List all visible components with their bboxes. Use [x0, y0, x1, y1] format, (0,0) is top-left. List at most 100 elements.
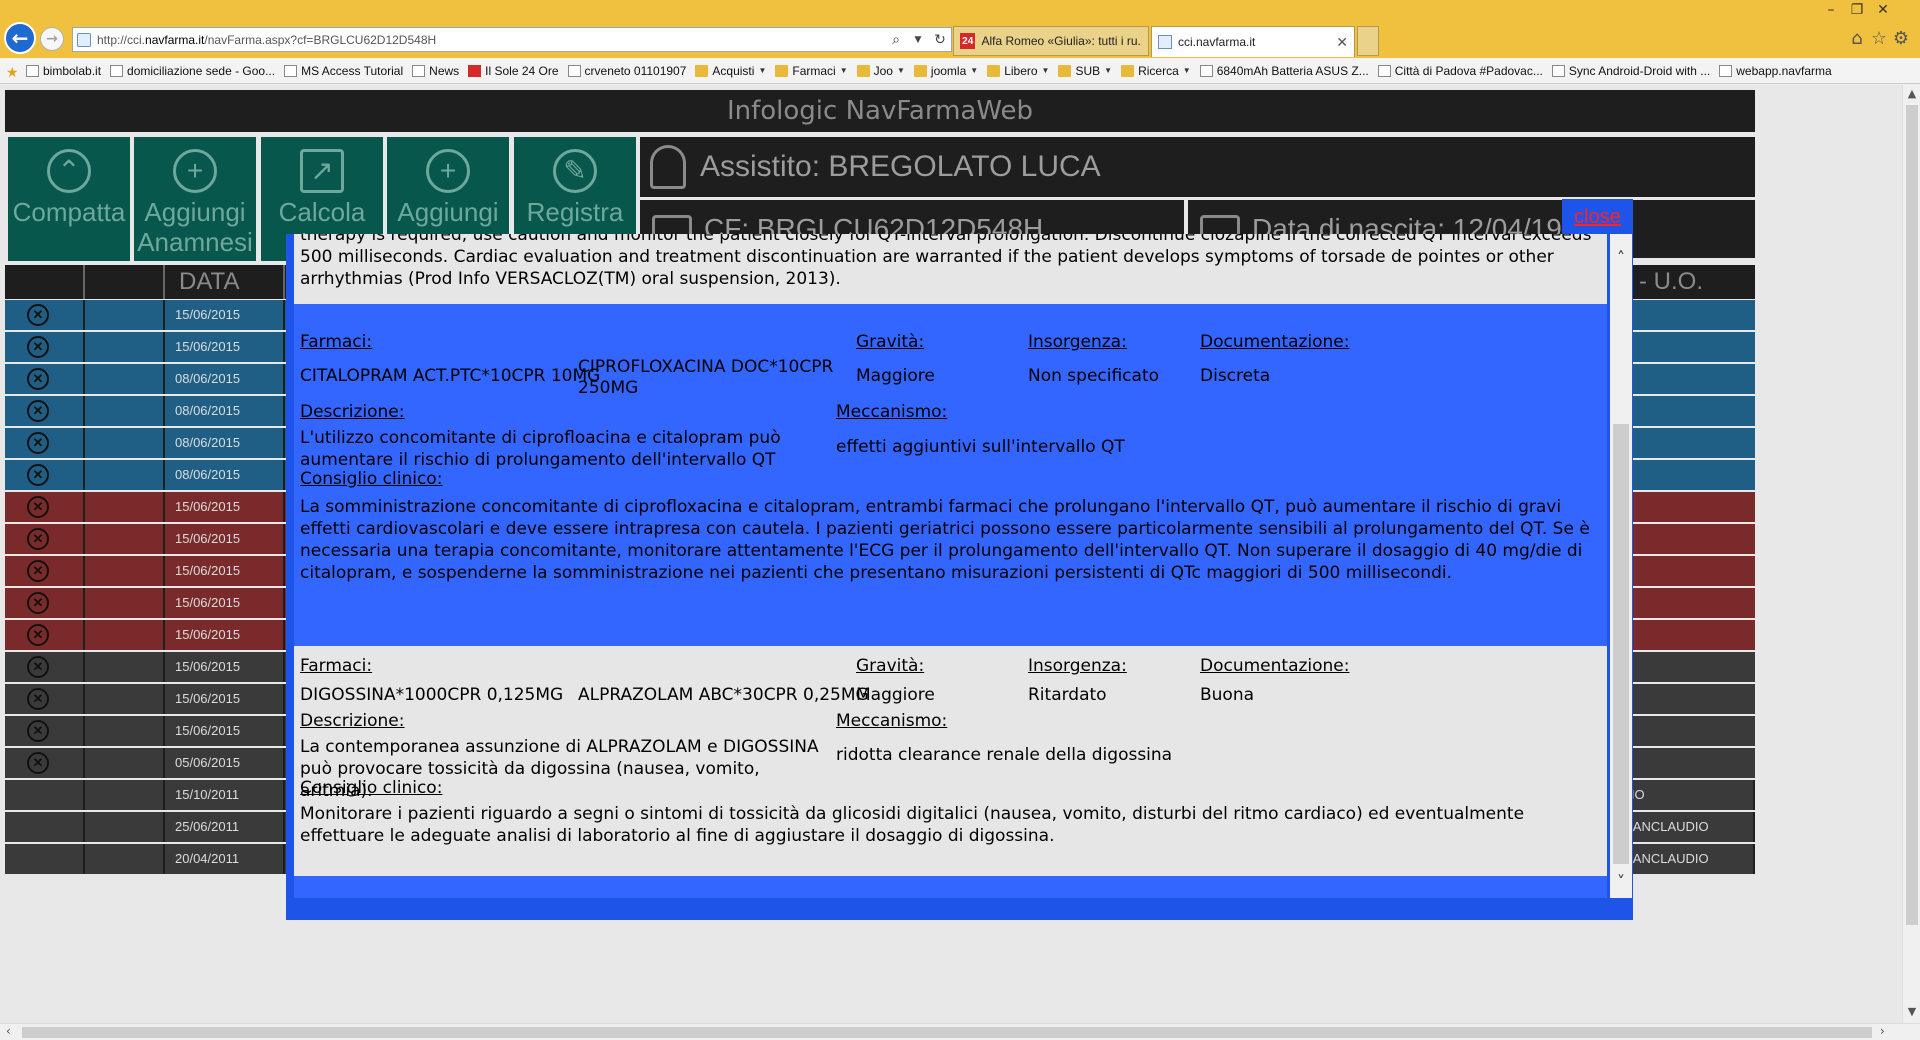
row-date: 08/06/2015 [165, 364, 285, 394]
close-tab-icon[interactable]: ✕ [1336, 34, 1348, 51]
row-date: 20/04/2011 [165, 844, 285, 874]
favorite-item[interactable]: Ricerca ▼ [1121, 64, 1191, 78]
star-add-icon[interactable]: ★ [6, 65, 22, 81]
favorite-item[interactable]: SUB ▼ [1058, 64, 1112, 78]
home-icon[interactable]: ⌂ [1846, 28, 1868, 50]
favorite-label: bimbolab.it [43, 63, 102, 78]
remove-icon[interactable]: ✕ [27, 560, 49, 582]
favorite-label: webapp.navfarma [1736, 63, 1832, 78]
descrizione-text: L'utilizzo concomitante di ciprofloacina… [300, 428, 781, 470]
remove-icon[interactable]: ✕ [27, 688, 49, 710]
scroll-up-icon[interactable]: ▲ [1905, 87, 1919, 101]
chevron-down-icon[interactable]: ˅ [1613, 874, 1629, 890]
scroll-thumb[interactable] [1906, 105, 1918, 925]
remove-icon[interactable]: ✕ [27, 752, 49, 774]
favorite-item[interactable]: Città di Padova #Padovac... [1377, 63, 1543, 78]
page-icon [1719, 64, 1733, 77]
tab-navfarma[interactable]: cci.navfarma.it ✕ [1151, 26, 1355, 57]
chevron-down-icon: ▼ [1182, 66, 1191, 75]
page-icon [77, 32, 91, 47]
row-date: 15/10/2011 [165, 780, 285, 810]
minimize-icon[interactable]: – [1818, 0, 1844, 20]
chevron-down-icon: ▼ [839, 66, 848, 75]
chevron-down-icon: ▼ [970, 66, 979, 75]
remove-icon[interactable]: ✕ [27, 464, 49, 486]
favorite-item[interactable]: Farmaci ▼ [775, 64, 848, 78]
gear-icon[interactable]: ⚙ [1890, 28, 1912, 50]
favorite-item[interactable]: webapp.navfarma [1719, 63, 1832, 78]
remove-icon[interactable]: ✕ [27, 528, 49, 550]
insorgenza-value: Non specificato [1028, 366, 1160, 386]
refresh-icon[interactable]: ↻ [929, 32, 951, 48]
favorite-item[interactable]: MS Access Tutorial [284, 64, 403, 78]
compatta-button[interactable]: ⌃ Compatta [8, 137, 130, 261]
favorite-item[interactable]: Joo ▼ [856, 64, 905, 78]
remove-icon[interactable]: ✕ [27, 720, 49, 742]
favorite-item[interactable]: Libero ▼ [987, 64, 1049, 78]
favorites-star-icon[interactable]: ☆ [1868, 28, 1890, 50]
favorite-item[interactable]: Acquisti ▼ [695, 64, 766, 78]
favorite-item[interactable]: crveneto 01101907 [567, 64, 686, 78]
address-bar[interactable]: http://cci.navfarma.it/navFarma.aspx?cf=… [72, 27, 952, 52]
remove-icon[interactable]: ✕ [27, 496, 49, 518]
row-date: 15/06/2015 [165, 684, 285, 714]
favorite-item[interactable]: bimbolab.it [26, 64, 101, 78]
favorite-item[interactable]: Sync Android-Droid with ... [1551, 64, 1710, 78]
page-icon [110, 64, 124, 77]
remove-icon[interactable]: ✕ [27, 432, 49, 454]
browser-titlebar: ← → http://cci.navfarma.it/navFarma.aspx… [0, 0, 1920, 58]
scroll-right-icon[interactable]: › [1880, 1024, 1885, 1038]
gravita-label: Gravità: [856, 332, 925, 352]
close-window-icon[interactable]: ✕ [1870, 0, 1896, 20]
favorite-item[interactable]: 6840mAh Batteria ASUS Z... [1199, 64, 1369, 78]
remove-icon[interactable]: ✕ [27, 368, 49, 390]
remove-icon[interactable]: ✕ [27, 656, 49, 678]
favorite-item[interactable]: Il Sole 24 Ore [468, 64, 559, 78]
consiglio-label: Consiglio clinico: [300, 469, 443, 489]
row-date: 05/06/2015 [165, 748, 285, 778]
restore-icon[interactable]: ❐ [1844, 0, 1870, 20]
scroll-thumb[interactable] [22, 1027, 1872, 1038]
page-vertical-scrollbar[interactable]: ▲ ▼ [1902, 85, 1920, 1023]
address-url[interactable]: http://cci.navfarma.it/navFarma.aspx?cf=… [97, 33, 885, 47]
modal-scrollbar[interactable]: ˄ ˅ [1610, 234, 1632, 898]
favorite-label: Città di Padova #Padovac... [1394, 63, 1543, 78]
th-uo[interactable]: - U.O. [1625, 265, 1755, 299]
close-modal-link[interactable]: close [1562, 199, 1633, 235]
chevron-up-icon[interactable]: ˄ [1613, 250, 1629, 266]
chevron-down-icon: ▼ [1104, 66, 1113, 75]
folder-icon [695, 64, 709, 77]
favorite-item[interactable]: domiciliazione sede - Goo... [110, 64, 275, 78]
page-icon [26, 64, 39, 77]
remove-icon[interactable]: ✕ [27, 592, 49, 614]
app-title: Infologic NavFarmaWeb [5, 90, 1755, 132]
th-date[interactable]: DATA [165, 265, 285, 299]
chevron-down-icon: ▼ [1041, 66, 1050, 75]
new-tab-button[interactable] [1357, 26, 1379, 56]
scroll-down-icon[interactable]: ▼ [1905, 1005, 1919, 1019]
sole24-icon: 24 [960, 33, 976, 49]
favorite-label: Libero [1004, 63, 1038, 78]
descrizione-label: Descrizione: [300, 711, 405, 731]
aggiungi-anamnesi-button[interactable]: + Aggiungi Anamnesi [134, 137, 256, 261]
remove-icon[interactable]: ✕ [27, 336, 49, 358]
modal-scroll-thumb[interactable] [1613, 424, 1629, 864]
remove-icon[interactable]: ✕ [27, 304, 49, 326]
favorite-label: SUB [1075, 63, 1101, 78]
th-remove [5, 265, 85, 299]
tab-alfa-romeo[interactable]: 24 Alfa Romeo «Giulia»: tutti i ru... [953, 26, 1149, 56]
back-button[interactable]: ← [4, 22, 36, 54]
remove-icon[interactable]: ✕ [27, 624, 49, 646]
scroll-left-icon[interactable]: ‹ [6, 1024, 11, 1038]
page-horizontal-scrollbar[interactable]: ‹ › [0, 1023, 1920, 1040]
drug-1: CITALOPRAM ACT.PTC*10CPR 10MG [300, 366, 601, 386]
favorite-item[interactable]: News [412, 64, 459, 78]
favorite-item[interactable]: joomla ▼ [913, 64, 979, 78]
forward-button[interactable]: → [40, 27, 64, 51]
search-icon[interactable]: ⌕ [885, 32, 907, 48]
dropdown-icon[interactable]: ▼ [907, 35, 929, 45]
remove-icon[interactable]: ✕ [27, 400, 49, 422]
favorite-label: Acquisti [712, 63, 755, 78]
th-star [85, 265, 165, 299]
favorite-label: MS Access Tutorial [301, 63, 404, 78]
